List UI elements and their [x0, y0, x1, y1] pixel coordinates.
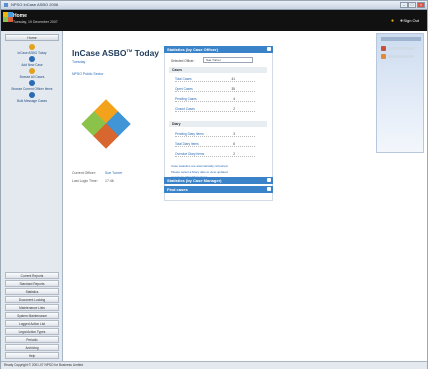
window-title: NPSO InCase ASBO 2006 [11, 2, 59, 7]
sidebar-home-tab[interactable]: Home [5, 34, 59, 41]
stat-row-total-diary[interactable]: Total Diary Items 6 [175, 142, 255, 147]
nav-system-maintenance[interactable]: System Maintenance [5, 312, 59, 319]
sidebar-item-label: Bulk Message Cases [17, 99, 47, 103]
lock-icon[interactable]: ● [391, 18, 394, 24]
stats-manager-panel: Statistics (by Case Manager) [164, 177, 273, 184]
app-header: Home Tuesday, 19 December 2007 ● ● Sign … [1, 10, 427, 31]
current-officer-label: Current Officer: [72, 171, 96, 175]
cases-section-header: Cases [169, 67, 267, 73]
sidebar: Home InCase ASBO Today Add New Case Brow… [1, 31, 63, 361]
find-cases-header[interactable]: Find cases [164, 186, 273, 193]
message-icon [29, 92, 35, 98]
sidebar-item-browse-cases[interactable]: Browse All Cases [3, 68, 61, 79]
sidebar-item-label: InCase ASBO Today [17, 51, 47, 55]
quick-links-panel [376, 33, 424, 153]
nav-archiving[interactable]: Archiving [5, 344, 59, 351]
header-title: Home [13, 13, 27, 19]
find-cases-panel: Find cases [164, 186, 273, 193]
right-pane [368, 31, 427, 361]
page-title: InCase ASBOTM Today [72, 48, 160, 58]
nav-maintenance-lists[interactable]: Maintenance Lists [5, 304, 59, 311]
sidebar-item-label: Browse All Cases [19, 75, 45, 79]
browse-icon [29, 68, 35, 74]
header-date: Tuesday, 19 December 2007 [13, 20, 58, 24]
close-button[interactable]: × [417, 2, 425, 8]
sidebar-item-label: Add New Case [21, 63, 43, 67]
nav-legal-action-types[interactable]: Legal Action Types [5, 328, 59, 335]
quick-links-header [381, 37, 421, 41]
current-officer-value: Sue Turner [105, 171, 123, 175]
stat-row-open-cases[interactable]: Open Cases 35 [175, 87, 255, 92]
title-bar: NPSO InCase ASBO 2006 – □ × [1, 1, 427, 10]
app-icon [4, 3, 8, 7]
stat-row-overdue-diary[interactable]: Overdue Diary Items 2 [175, 152, 255, 157]
sign-out-link[interactable]: Sign Out [403, 18, 419, 23]
dashboard-link[interactable]: NPSO Public Sector [72, 72, 104, 76]
quick-link-label[interactable] [388, 47, 414, 50]
last-login-label: Last Login Time: [72, 179, 98, 183]
sidebar-item-officer-items[interactable]: Browse Current Officer Items [3, 80, 61, 91]
nav-periodic[interactable]: Periodic [5, 336, 59, 343]
stats-manager-header[interactable]: Statistics (by Case Manager) [164, 177, 273, 184]
stat-row-pending-cases[interactable]: Pending Cases 4 [175, 97, 255, 102]
diary-section-header: Diary [169, 121, 267, 127]
stat-row-closed-cases[interactable]: Closed Cases 2 [175, 107, 255, 112]
status-text: Ready Copyright © 2001-07 NPSO for Busin… [4, 363, 84, 367]
home-icon [29, 44, 35, 50]
nav-current-reports[interactable]: Current Reports [5, 272, 59, 279]
quick-link-icon[interactable] [381, 54, 386, 59]
page-date: Tuesday [72, 60, 86, 64]
minimize-button[interactable]: – [400, 2, 408, 8]
sidebar-item-today[interactable]: InCase ASBO Today [3, 44, 61, 55]
app-logo [3, 12, 13, 22]
add-icon [29, 56, 35, 62]
sidebar-item-bulk-message[interactable]: Bulk Message Cases [3, 92, 61, 103]
nav-standard-reports[interactable]: Standard Reports [5, 280, 59, 287]
stat-row-total-cases[interactable]: Total Cases 41 [175, 77, 255, 82]
last-login-value: 17:46 [105, 179, 114, 183]
stat-row-pending-diary[interactable]: Pending Diary Items 3 [175, 132, 255, 137]
stats-officer-header[interactable]: Statistics (by Case Officer) [164, 46, 273, 53]
stats-note-refresh: Case statistics are automatically refres… [171, 164, 229, 168]
quick-link-label[interactable] [388, 55, 414, 58]
expand-icon[interactable] [267, 187, 271, 191]
nav-logged-action-list[interactable]: Logged Action List [5, 320, 59, 327]
nav-help[interactable]: Help [5, 352, 59, 359]
collapse-icon[interactable] [267, 47, 271, 51]
sidebar-item-label: Browse Current Officer Items [11, 87, 53, 91]
nav-statistics[interactable]: Statistics [5, 288, 59, 295]
brand-diamond-graphic [81, 99, 131, 149]
stats-note-diary: Please select a Diary date to view updat… [171, 170, 228, 174]
quick-link-icon[interactable] [381, 46, 386, 51]
maximize-button[interactable]: □ [408, 2, 416, 8]
sidebar-item-add-case[interactable]: Add New Case [3, 56, 61, 67]
nav-document-locking[interactable]: Document Locking [5, 296, 59, 303]
main-content: InCase ASBOTM Today Tuesday NPSO Public … [63, 31, 368, 361]
officer-icon [29, 80, 35, 86]
expand-icon[interactable] [267, 178, 271, 182]
app-window: NPSO InCase ASBO 2006 – □ × Home Tuesday… [0, 0, 428, 369]
officer-select[interactable]: Sue Turner [203, 57, 253, 63]
officer-select-label: Selected Officer: [171, 59, 195, 63]
status-bar: Ready Copyright © 2001-07 NPSO for Busin… [1, 361, 427, 369]
